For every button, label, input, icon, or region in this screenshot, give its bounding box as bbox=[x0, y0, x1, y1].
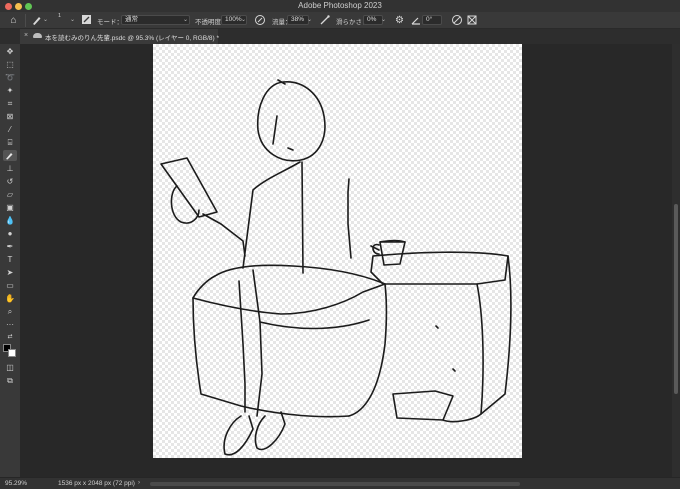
status-bar: 95.29% 1536 px x 2048 px (72 ppi) › bbox=[0, 477, 680, 489]
move-icon[interactable]: ✥ bbox=[3, 46, 17, 57]
title-bar: Adobe Photoshop 2023 bbox=[0, 0, 680, 12]
blur-icon[interactable]: 💧 bbox=[3, 215, 17, 226]
eyedropper-icon[interactable]: ⁄ bbox=[3, 124, 17, 135]
brush-tool-preset-icon[interactable] bbox=[30, 14, 43, 27]
healing-icon[interactable]: ⌸ bbox=[3, 137, 17, 148]
chevron-right-icon[interactable]: › bbox=[138, 480, 140, 486]
zoom-level[interactable]: 95.29% bbox=[5, 480, 27, 487]
type-icon[interactable]: T bbox=[3, 254, 17, 265]
pen-icon[interactable]: ✒ bbox=[3, 241, 17, 252]
dodge-icon[interactable]: ● bbox=[3, 228, 17, 239]
background-color-swatch[interactable] bbox=[8, 349, 16, 357]
pressure-size-icon[interactable] bbox=[450, 14, 463, 27]
screen-mode-icon[interactable]: ⧉ bbox=[3, 375, 17, 386]
gradient-icon[interactable]: ▣ bbox=[3, 202, 17, 213]
brush-icon[interactable] bbox=[3, 150, 17, 161]
path-select-icon[interactable]: ➤ bbox=[3, 267, 17, 278]
vertical-scroll-thumb[interactable] bbox=[674, 204, 678, 394]
smoothing-input[interactable]: 0% bbox=[363, 15, 383, 25]
swap-colors-icon[interactable]: ⇄ bbox=[3, 332, 17, 343]
sketch-drawing bbox=[160, 79, 512, 456]
zoom-icon[interactable]: ⌕ bbox=[3, 306, 17, 317]
horizontal-scrollbar[interactable] bbox=[150, 482, 520, 486]
pressure-opacity-icon[interactable] bbox=[253, 14, 266, 27]
angle-input[interactable]: 0° bbox=[422, 15, 442, 25]
close-icon[interactable]: × bbox=[24, 32, 28, 39]
brush-settings-icon[interactable] bbox=[80, 14, 93, 27]
chevron-down-icon[interactable]: ⌄ bbox=[241, 16, 246, 23]
home-icon[interactable]: ⌂ bbox=[7, 14, 20, 27]
eraser-icon[interactable]: ▱ bbox=[3, 189, 17, 200]
history-brush-icon[interactable]: ↺ bbox=[3, 176, 17, 187]
document-size: 1536 px x 2048 px (72 ppi) bbox=[58, 480, 135, 487]
chevron-down-icon: ⌄ bbox=[183, 17, 189, 23]
rectangle-icon[interactable]: ▭ bbox=[3, 280, 17, 291]
frame-icon[interactable]: ⊠ bbox=[3, 111, 17, 122]
divider bbox=[25, 14, 26, 27]
document-tab-bar: × 本を読むみのりん先輩.psdc @ 95.3% (レイヤー 0, RGB/8… bbox=[0, 29, 680, 44]
chevron-down-icon[interactable]: ⌄ bbox=[307, 16, 312, 23]
chevron-down-icon[interactable]: ⌄ bbox=[70, 16, 75, 23]
stamp-icon[interactable]: ⊥ bbox=[3, 163, 17, 174]
crop-icon[interactable]: ⌗ bbox=[3, 98, 17, 109]
symmetry-icon[interactable] bbox=[465, 14, 478, 27]
brush-size-value[interactable]: 1 bbox=[58, 13, 61, 19]
mode-label: モード： bbox=[97, 19, 123, 26]
flow-input[interactable]: 38% bbox=[287, 15, 309, 25]
brush-angle-icon[interactable] bbox=[409, 14, 422, 27]
document-tab[interactable]: × 本を読むみのりん先輩.psdc @ 95.3% (レイヤー 0, RGB/8… bbox=[20, 29, 219, 44]
magic-wand-icon[interactable]: ✦ bbox=[3, 85, 17, 96]
blend-mode-select[interactable]: 通常 bbox=[121, 15, 190, 25]
airbrush-icon[interactable] bbox=[318, 14, 331, 27]
lasso-icon[interactable]: ➰ bbox=[3, 72, 17, 83]
app-title: Adobe Photoshop 2023 bbox=[298, 1, 382, 10]
document-tab-title: 本を読むみのりん先輩.psdc @ 95.3% (レイヤー 0, RGB/8) … bbox=[45, 35, 219, 42]
chevron-down-icon[interactable]: ⌄ bbox=[381, 16, 386, 23]
document-canvas[interactable] bbox=[153, 44, 522, 458]
more-icon[interactable]: ··· bbox=[3, 319, 17, 330]
cloud-icon bbox=[33, 33, 42, 38]
hand-icon[interactable]: ✋ bbox=[3, 293, 17, 304]
tools-panel: ✥ ⬚ ➰ ✦ ⌗ ⊠ ⁄ ⌸ ⊥ ↺ ▱ ▣ 💧 ● ✒ T ➤ ▭ ✋ ⌕ … bbox=[0, 44, 20, 477]
chevron-down-icon[interactable]: ⌄ bbox=[43, 16, 48, 23]
marquee-icon[interactable]: ⬚ bbox=[3, 59, 17, 70]
options-bar: ⌂ ⌄ 1 ⌄ モード： 通常 ⌄ 不透明度： 100% ⌄ 流量： 38% ⌄… bbox=[0, 12, 680, 29]
quick-mask-icon[interactable]: ◫ bbox=[3, 362, 17, 373]
gear-icon[interactable]: ⚙ bbox=[393, 14, 406, 27]
vertical-scrollbar[interactable] bbox=[672, 44, 680, 477]
